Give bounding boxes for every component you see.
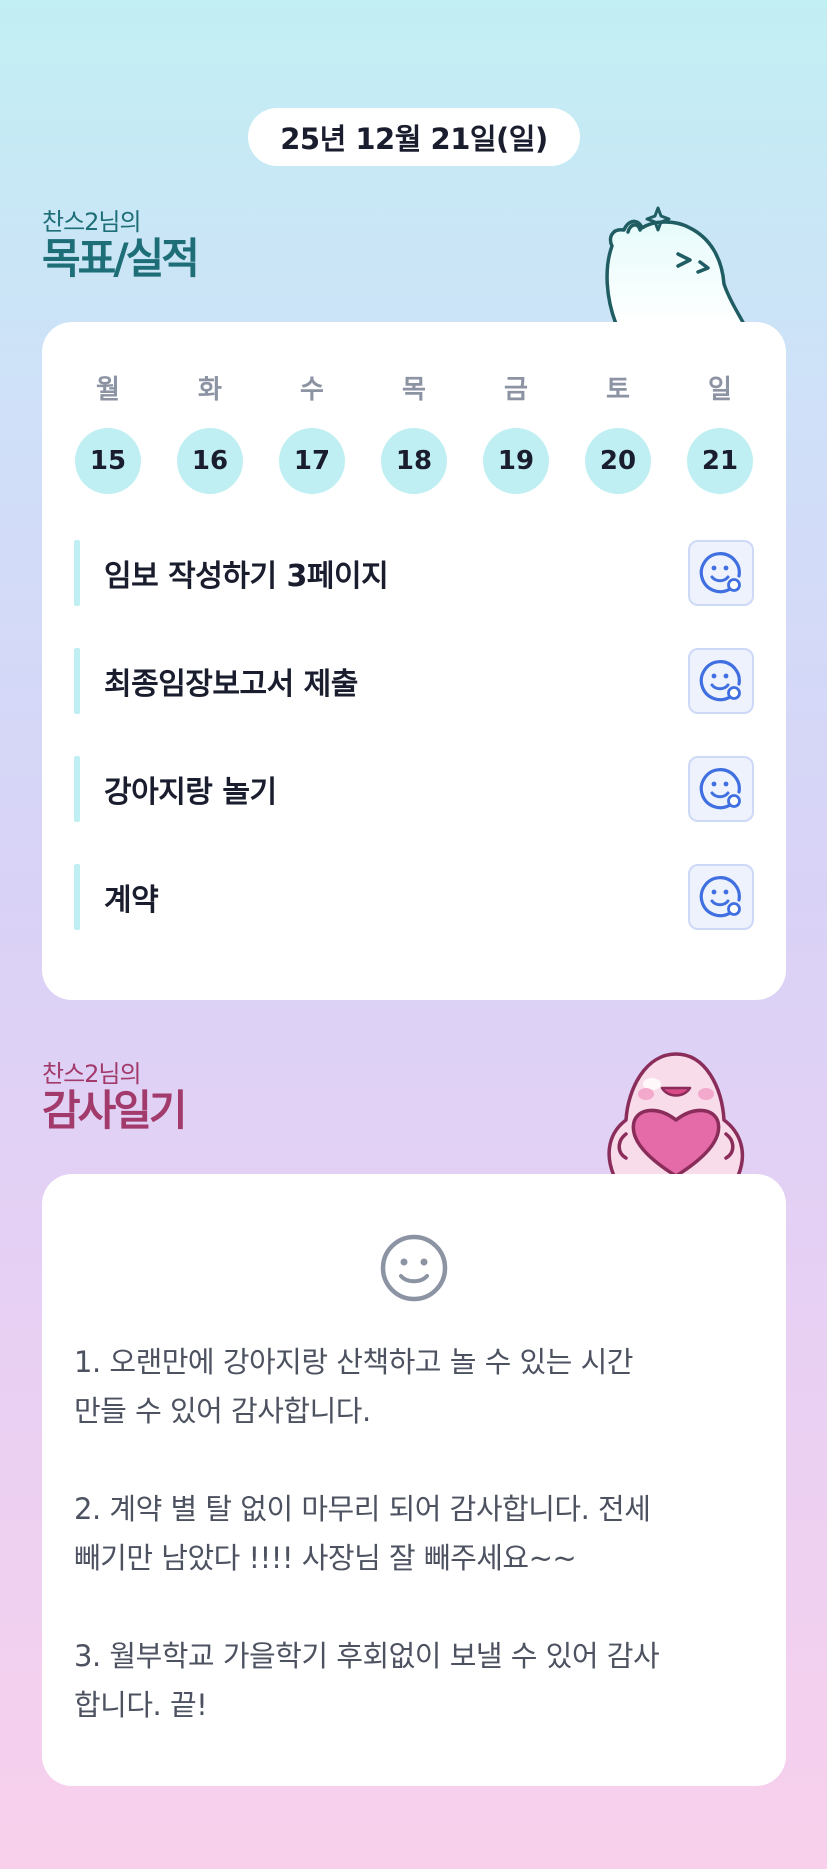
goal-reaction-button[interactable] — [688, 540, 754, 606]
thanks-owner-label: 찬스2님의 — [42, 1060, 142, 1088]
goal-item: 최종임장보고서 제출 — [74, 648, 754, 714]
goal-accent-bar — [74, 648, 80, 714]
thanks-section-header: 찬스2님의 감사일기 — [42, 1060, 188, 1135]
thanks-card: 1. 오랜만에 강아지랑 산책하고 놀 수 있는 시간 만들 수 있어 감사합니… — [42, 1174, 786, 1786]
day-number: 19 — [483, 428, 549, 494]
face-add-icon — [699, 768, 741, 810]
day-name: 수 — [300, 375, 324, 405]
day-sun[interactable]: 일 21 — [686, 374, 754, 494]
goal-accent-bar — [74, 864, 80, 930]
goal-reaction-button[interactable] — [688, 756, 754, 822]
day-number: 20 — [585, 428, 651, 494]
goals-owner-label: 찬스2님의 — [42, 208, 142, 236]
smile-icon[interactable] — [378, 1232, 450, 1304]
day-mon[interactable]: 월 15 — [74, 374, 142, 494]
day-number: 16 — [177, 428, 243, 494]
goal-item: 계약 — [74, 864, 754, 930]
goal-item: 강아지랑 놀기 — [74, 756, 754, 822]
goals-title: 목표/실적 — [42, 234, 200, 283]
goals-card: 월 15 화 16 수 17 목 18 금 19 토 20 일 21 임보 작성… — [42, 322, 786, 1000]
day-fri[interactable]: 금 19 — [482, 374, 550, 494]
day-name: 토 — [606, 375, 630, 405]
heart-mascot-icon — [607, 1052, 745, 1176]
thanks-diary-text: 1. 오랜만에 강아지랑 산책하고 놀 수 있는 시간 만들 수 있어 감사합니… — [74, 1345, 660, 1722]
goal-text: 임보 작성하기 3페이지 — [104, 559, 389, 594]
day-thu[interactable]: 목 18 — [380, 374, 448, 494]
goal-accent-bar — [74, 540, 80, 606]
day-number: 21 — [687, 428, 753, 494]
day-tue[interactable]: 화 16 — [176, 374, 244, 494]
day-name: 금 — [504, 375, 528, 405]
goal-accent-bar — [74, 756, 80, 822]
thanks-title: 감사일기 — [42, 1086, 188, 1135]
day-number: 17 — [279, 428, 345, 494]
face-add-icon — [699, 552, 741, 594]
ghost-mascot-icon — [605, 206, 746, 324]
day-name: 월 — [96, 375, 120, 405]
date-pill[interactable]: 25년 12월 21일(일) — [248, 108, 580, 166]
goal-reaction-button[interactable] — [688, 864, 754, 930]
day-wed[interactable]: 수 17 — [278, 374, 346, 494]
goal-item: 임보 작성하기 3페이지 — [74, 540, 754, 606]
goal-text: 계약 — [104, 883, 159, 918]
goal-reaction-button[interactable] — [688, 648, 754, 714]
goals-section-header: 찬스2님의 목표/실적 — [42, 208, 200, 283]
goal-text: 강아지랑 놀기 — [104, 775, 277, 810]
goal-text: 최종임장보고서 제출 — [104, 667, 358, 702]
day-name: 일 — [708, 375, 732, 405]
day-sat[interactable]: 토 20 — [584, 374, 652, 494]
day-name: 목 — [402, 375, 426, 405]
day-number: 18 — [381, 428, 447, 494]
day-number: 15 — [75, 428, 141, 494]
face-add-icon — [699, 876, 741, 918]
week-strip: 월 15 화 16 수 17 목 18 금 19 토 20 일 21 — [74, 374, 754, 494]
face-add-icon — [699, 660, 741, 702]
day-name: 화 — [198, 375, 222, 405]
